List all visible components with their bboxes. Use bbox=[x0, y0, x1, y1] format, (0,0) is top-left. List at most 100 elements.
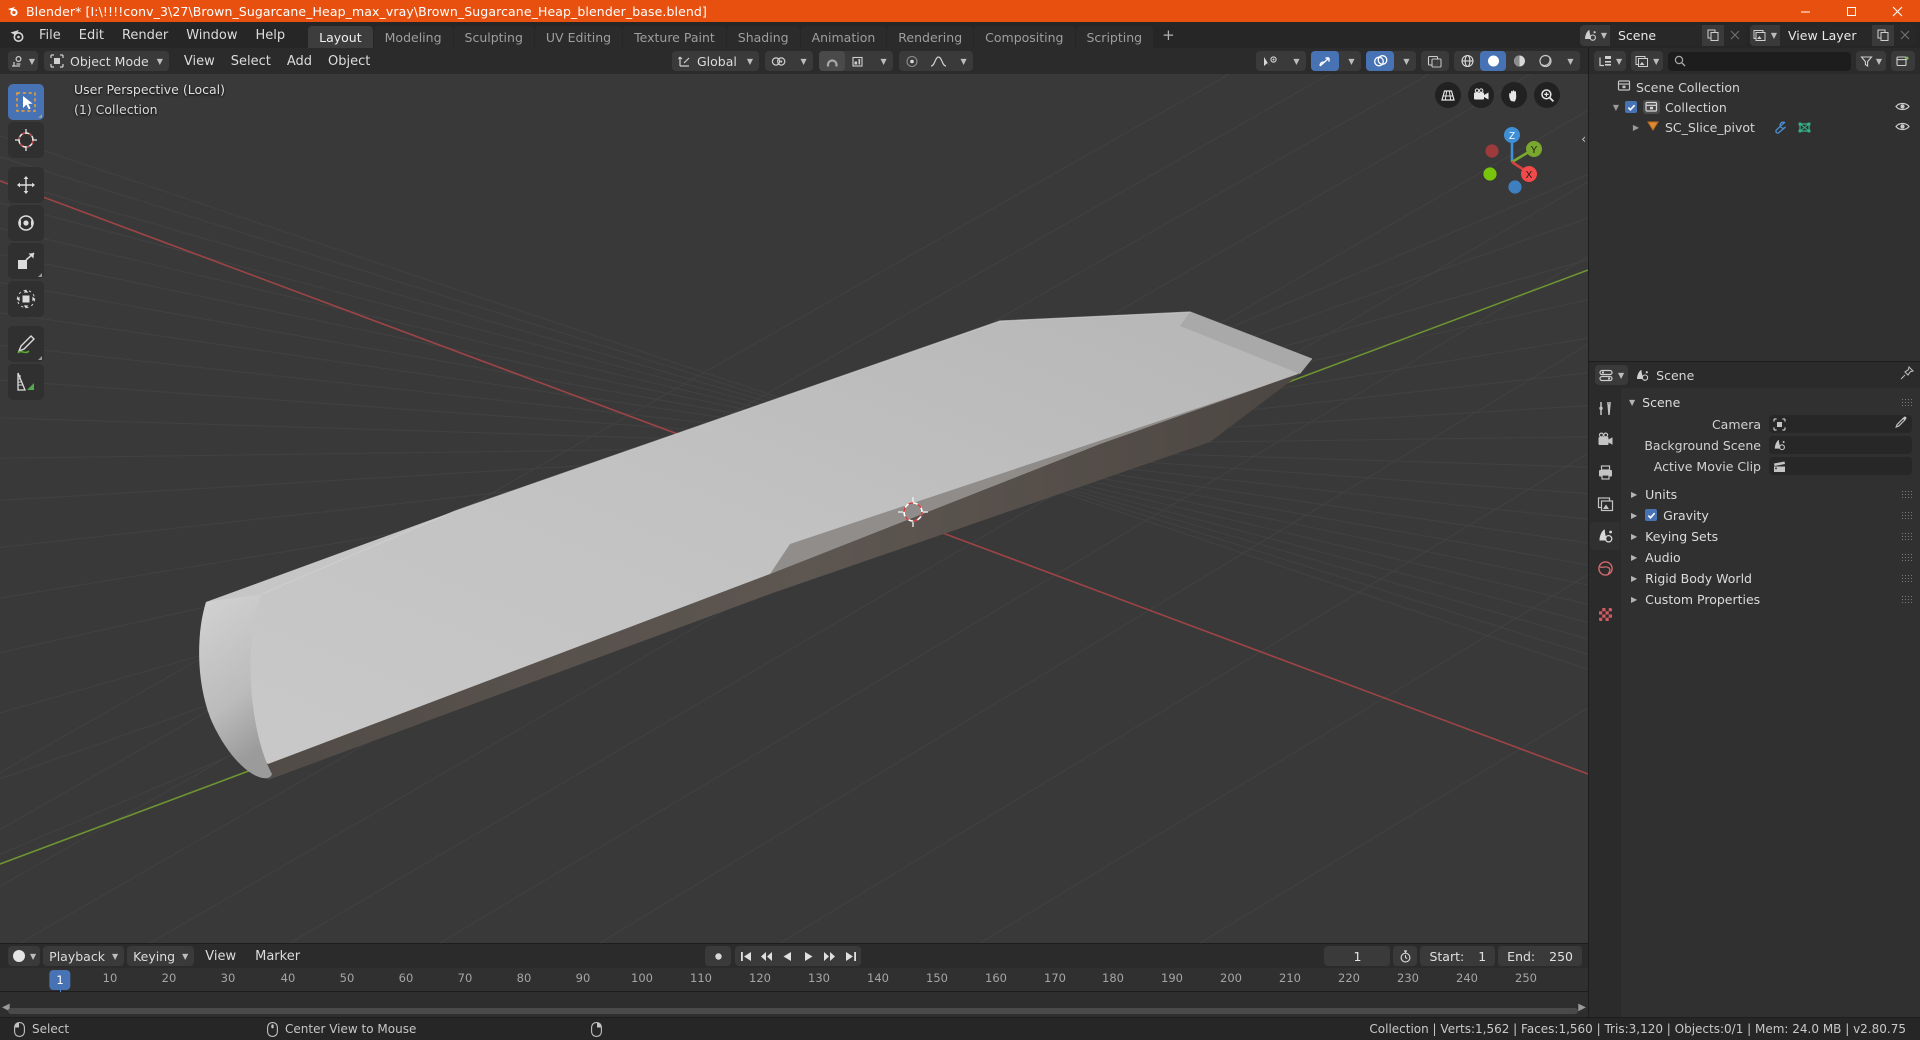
jump-to-start-button[interactable] bbox=[735, 951, 756, 962]
frame-start-field[interactable]: Start: 1 bbox=[1420, 946, 1496, 966]
properties-tab-render[interactable] bbox=[1590, 426, 1620, 454]
snap-pivot-selector[interactable]: ▼ bbox=[765, 51, 814, 71]
audio-panel-row[interactable]: ▶ Audio bbox=[1621, 547, 1920, 567]
panel-drag-grip[interactable] bbox=[1901, 595, 1912, 603]
tab-animation[interactable]: Animation bbox=[800, 26, 887, 48]
proportional-edit-icon[interactable] bbox=[899, 51, 925, 71]
blender-logo-icon[interactable] bbox=[4, 22, 30, 48]
tab-texture-paint[interactable]: Texture Paint bbox=[623, 26, 726, 48]
active-movie-clip-field[interactable] bbox=[1769, 457, 1912, 475]
view-layer-icon[interactable]: ▼ bbox=[1750, 24, 1780, 46]
scene-name[interactable]: Scene bbox=[1610, 24, 1702, 46]
visibility-dropdown-chevron[interactable]: ▼ bbox=[1284, 51, 1306, 71]
properties-tab-world[interactable] bbox=[1590, 554, 1620, 582]
outliner-filter-button[interactable]: ▼ bbox=[1855, 51, 1886, 71]
outliner-search-input[interactable] bbox=[1668, 51, 1851, 71]
properties-editor-type-selector[interactable]: ▼ bbox=[1595, 365, 1629, 385]
gizmo-group[interactable]: ▼ bbox=[1311, 51, 1361, 71]
proportional-edit-group[interactable]: ▼ bbox=[899, 51, 974, 71]
viewport-sidebar-toggle-icon[interactable]: ‹ bbox=[1581, 132, 1586, 146]
properties-tab-scene[interactable] bbox=[1590, 522, 1620, 550]
snap-group[interactable]: ▼ bbox=[819, 51, 894, 71]
show-overlays-icon[interactable] bbox=[1366, 51, 1394, 71]
panel-drag-grip[interactable] bbox=[1901, 511, 1912, 519]
object-visibility-eye-icon[interactable] bbox=[1895, 120, 1910, 136]
view-layer-selector[interactable]: ▼ View Layer bbox=[1750, 24, 1916, 46]
new-view-layer-button[interactable] bbox=[1872, 24, 1894, 46]
toggle-camera-view-icon[interactable] bbox=[1468, 82, 1494, 108]
editor-type-icon[interactable]: ▼ bbox=[8, 51, 38, 71]
new-scene-button[interactable] bbox=[1702, 24, 1724, 46]
tab-layout[interactable]: Layout bbox=[308, 26, 373, 48]
pivot-point-icon[interactable] bbox=[765, 51, 791, 71]
remove-view-layer-button[interactable] bbox=[1894, 25, 1916, 46]
snap-target-icon[interactable] bbox=[845, 51, 871, 71]
falloff-curve-icon[interactable] bbox=[925, 51, 951, 71]
tool-move[interactable] bbox=[8, 167, 44, 203]
record-keyframes-button[interactable] bbox=[705, 946, 731, 966]
falloff-dropdown-chevron[interactable]: ▼ bbox=[951, 51, 973, 71]
timeline-ruler[interactable]: 1 10 20 30 40 50 60 70 80 90 100 110 120… bbox=[0, 968, 1588, 1015]
menu-file[interactable]: File bbox=[30, 25, 70, 46]
viewport-axis-gizmo[interactable]: Z Y X bbox=[1474, 124, 1550, 200]
outliner-row-scene-collection[interactable]: Scene Collection bbox=[1589, 77, 1920, 97]
gravity-checkbox[interactable] bbox=[1645, 509, 1658, 521]
shading-modes[interactable]: ▼ bbox=[1454, 51, 1580, 71]
zoom-view-icon[interactable] bbox=[1534, 82, 1560, 108]
view-layer-name[interactable]: View Layer bbox=[1780, 24, 1872, 46]
properties-tab-output[interactable] bbox=[1590, 458, 1620, 486]
editor-type-selector[interactable]: ▼ bbox=[8, 51, 38, 71]
gizmo-dropdown-chevron[interactable]: ▼ bbox=[1339, 51, 1361, 71]
maximize-button[interactable] bbox=[1828, 0, 1874, 22]
menu-window[interactable]: Window bbox=[177, 25, 246, 46]
current-frame-field[interactable]: 1 bbox=[1324, 946, 1391, 966]
properties-tab-texture[interactable] bbox=[1590, 600, 1620, 628]
outliner-display-mode-selector[interactable]: ▼ bbox=[1631, 51, 1664, 71]
panel-drag-grip[interactable] bbox=[1901, 532, 1912, 540]
move-view-icon[interactable] bbox=[1501, 82, 1527, 108]
gravity-panel-row[interactable]: ▶ Gravity bbox=[1621, 505, 1920, 525]
keying-sets-panel-row[interactable]: ▶ Keying Sets bbox=[1621, 526, 1920, 546]
play-reverse-button[interactable] bbox=[777, 951, 798, 962]
play-button[interactable] bbox=[798, 951, 819, 962]
viewport-menu-add[interactable]: Add bbox=[279, 51, 320, 72]
snap-magnet-icon[interactable] bbox=[819, 51, 846, 71]
tool-cursor[interactable] bbox=[8, 122, 44, 158]
pivot-dropdown-chevron[interactable]: ▼ bbox=[791, 51, 813, 71]
object-mode-selector[interactable]: Object Mode ▼ bbox=[44, 51, 169, 71]
timeline-menu-marker[interactable]: Marker bbox=[247, 946, 308, 967]
collection-enable-checkbox[interactable] bbox=[1625, 101, 1637, 113]
viewport-3d[interactable]: ▼ Object Mode ▼ View Select Add Object G… bbox=[0, 48, 1588, 943]
viewport-canvas[interactable] bbox=[0, 74, 1588, 943]
frame-end-field[interactable]: End: 250 bbox=[1498, 946, 1582, 966]
menu-edit[interactable]: Edit bbox=[70, 25, 113, 46]
tab-modeling[interactable]: Modeling bbox=[373, 26, 453, 48]
scene-panel-header[interactable]: ▼ Scene bbox=[1621, 392, 1920, 413]
properties-editor[interactable]: ▼ Scene ▼ Scene Camera Background Scene … bbox=[1589, 362, 1920, 1017]
outliner-row-collection[interactable]: ▼ Collection bbox=[1589, 97, 1920, 117]
close-button[interactable] bbox=[1874, 0, 1920, 22]
timeline-editor[interactable]: ▼ Playback ▼ Keying ▼ View Marker 1 Star… bbox=[0, 944, 1588, 1017]
xray-toggle[interactable] bbox=[1421, 51, 1449, 71]
tab-compositing[interactable]: Compositing bbox=[974, 26, 1075, 48]
viewport-menu-select[interactable]: Select bbox=[223, 51, 279, 72]
outliner-row-sc-slice-pivot[interactable]: ▶ SC_Slice_pivot bbox=[1589, 117, 1920, 137]
playback-menu[interactable]: Playback ▼ bbox=[43, 946, 125, 966]
panel-drag-grip[interactable] bbox=[1901, 398, 1912, 406]
panel-drag-grip[interactable] bbox=[1901, 490, 1912, 498]
timeline-playhead[interactable]: 1 bbox=[49, 970, 71, 990]
camera-eyedropper-icon[interactable] bbox=[1894, 415, 1908, 433]
collection-disclosure-triangle[interactable]: ▼ bbox=[1609, 103, 1623, 112]
material-preview-shading-icon[interactable] bbox=[1506, 51, 1532, 71]
visibility-selector[interactable]: ▼ bbox=[1256, 51, 1306, 71]
outliner-editor[interactable]: ▼ ▼ ▼ Scene Collection ▼ Collection ▶ SC… bbox=[1589, 48, 1920, 361]
solid-shading-icon[interactable] bbox=[1480, 51, 1506, 71]
mesh-data-icon[interactable] bbox=[1797, 121, 1812, 134]
outliner-editor-type-selector[interactable]: ▼ bbox=[1594, 51, 1627, 71]
tab-shading[interactable]: Shading bbox=[726, 26, 800, 48]
viewport-menu-view[interactable]: View bbox=[176, 51, 223, 72]
use-preview-range-button[interactable] bbox=[1393, 946, 1418, 966]
properties-tab-view-layer[interactable] bbox=[1590, 490, 1620, 518]
tool-transform[interactable] bbox=[8, 281, 44, 317]
panel-drag-grip[interactable] bbox=[1901, 574, 1912, 582]
